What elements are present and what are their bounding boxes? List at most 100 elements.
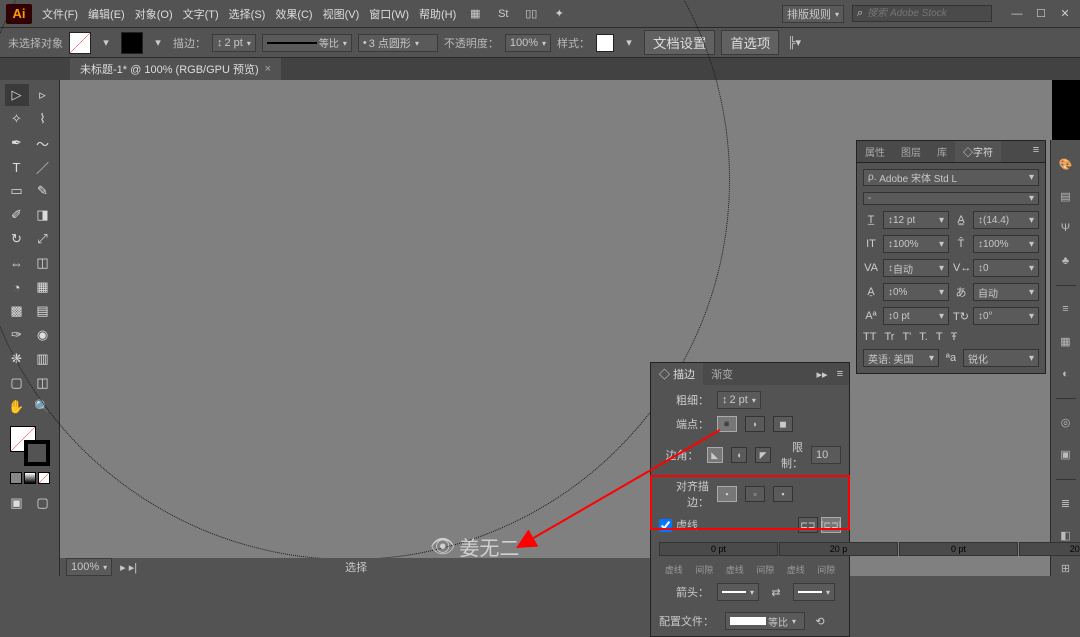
lang-field[interactable]: 英语: 美国▾ [863, 349, 939, 367]
caps-tt[interactable]: TT [863, 331, 876, 343]
align-panel-icon[interactable]: ≣ [1055, 496, 1077, 512]
window-max-icon[interactable]: ☐ [1032, 5, 1050, 23]
align-menu-icon[interactable]: ╠▾ [785, 34, 803, 52]
tab-layers[interactable]: 图层 [893, 141, 929, 162]
caps-under[interactable]: T [936, 331, 943, 343]
layout-rules-dropdown[interactable]: 排版规则 [782, 5, 844, 23]
font-size-field[interactable]: ↕12 pt▾ [883, 211, 949, 229]
arrow-label: 箭头： [659, 584, 709, 600]
cap-round-button[interactable]: ◗ [745, 416, 765, 432]
weibo-icon: 👁 [430, 534, 455, 559]
search-icon: ⌕ [857, 7, 863, 20]
align-stroke-label: 对齐描边： [659, 478, 709, 510]
caps-sup[interactable]: T' [902, 331, 911, 343]
vert-scale-field[interactable]: ↕100%▾ [883, 235, 949, 253]
autok-icon: あ [953, 284, 969, 300]
caps-strike[interactable]: Ŧ [951, 331, 958, 343]
weight-field[interactable]: ↕2 pt [717, 391, 761, 409]
leading-field[interactable]: ↕(14.4)▾ [973, 211, 1039, 229]
tool-hint: 选择 [345, 559, 367, 575]
arrow-swap-icon[interactable]: ⇄ [767, 583, 785, 601]
font-family-field[interactable]: ρ. Adobe 宋体 Std L▾ [863, 169, 1039, 186]
corner-bevel-button[interactable]: ◤ [755, 447, 771, 463]
cap-project-button[interactable]: ◼ [773, 416, 793, 432]
shift1-field[interactable]: ↕0 pt▾ [883, 307, 949, 325]
dash-val-0[interactable] [659, 542, 778, 556]
miter-field[interactable]: 10 [811, 446, 841, 464]
screen-mode-normal[interactable]: ▣ [5, 492, 29, 514]
font-size-icon: T̲ [863, 214, 879, 226]
fill-stroke-control[interactable] [10, 426, 50, 466]
tab-libraries[interactable]: 库 [929, 141, 955, 162]
corner-round-button[interactable]: ◖ [731, 447, 747, 463]
nav-arrows[interactable]: ▸ ▸| [120, 561, 137, 574]
dash-val-3[interactable] [1019, 542, 1080, 556]
zoom-field[interactable]: 100% [66, 558, 112, 576]
dash-label: 虚线 [676, 517, 698, 533]
prefs-button[interactable]: 首选项 [721, 30, 779, 55]
shift-icon: Aª [863, 310, 879, 322]
shift2-field[interactable]: ↕0°▾ [973, 307, 1039, 325]
profile-flip-icon[interactable]: ⟲ [811, 612, 829, 630]
weight-label: 粗细： [659, 392, 709, 408]
tab-gradient[interactable]: 渐变 [703, 363, 741, 385]
arrow-start-dropdown[interactable] [717, 583, 759, 601]
hand-tool[interactable]: ✋ [5, 396, 29, 418]
dash-preserve-button[interactable]: ⊏⊐ [798, 517, 818, 533]
dotted-circle-path[interactable] [0, 0, 730, 560]
tab-character[interactable]: ◇字符 [955, 141, 1001, 162]
brushes-panel-icon[interactable]: Ψ [1055, 220, 1077, 236]
horiz-scale-field[interactable]: ↕100%▾ [973, 235, 1039, 253]
symbols-panel-icon[interactable]: ♣ [1055, 252, 1077, 268]
autok-field[interactable]: 自动▾ [973, 283, 1039, 301]
baseline-field[interactable]: ↕0%▾ [883, 283, 949, 301]
baseline-icon: A̱ [863, 286, 879, 298]
font-style-field[interactable]: -▾ [863, 192, 1039, 205]
appearance-panel-icon[interactable]: ◎ [1055, 415, 1077, 431]
vscale-icon: IT [863, 238, 879, 250]
dash-label-row: 虚线间隙 虚线间隙 虚线间隙 [659, 563, 841, 576]
aa-field[interactable]: 锐化▾ [963, 349, 1039, 367]
dash-checkbox[interactable] [659, 519, 672, 532]
align-center-button[interactable]: ▪ [717, 486, 737, 502]
main-area: ▷▹ ✧⌇ ✒〜 T／ ▭✎ ✐◨ ↻⤢ ⇔◫ ◔▦ ▩▤ ✑◉ ❋▥ ▢◫ ✋… [0, 80, 1080, 576]
color-mode-buttons[interactable] [10, 472, 50, 484]
corner-miter-button[interactable]: ◣ [707, 447, 723, 463]
panel-collapse-icon[interactable]: ▸▸ [813, 365, 831, 383]
tracking-field[interactable]: ↕0▾ [973, 259, 1039, 277]
watermark: 👁 姜无二 [430, 532, 519, 561]
window-close-icon[interactable]: ✕ [1056, 5, 1074, 23]
kerning-field[interactable]: ↕自动▾ [883, 259, 949, 277]
rotate-icon: T↻ [953, 310, 969, 323]
stock-search-input[interactable] [867, 8, 987, 19]
cap-butt-button[interactable]: ◾ [717, 416, 737, 432]
tab-stroke[interactable]: ◇ 描边 [651, 363, 703, 385]
caps-sub[interactable]: T. [919, 331, 928, 343]
align-inside-button[interactable]: ▫ [745, 486, 765, 502]
profile-field[interactable]: 等比 [725, 612, 805, 630]
transparency-panel-icon[interactable]: ◐ [1055, 366, 1077, 382]
leading-icon: A͇ [953, 214, 969, 226]
window-min-icon[interactable]: ― [1008, 5, 1026, 23]
gradient-panel-icon[interactable]: ▦ [1055, 334, 1077, 350]
arrow-end-dropdown[interactable] [793, 583, 835, 601]
caps-tr[interactable]: Tr [884, 331, 894, 343]
align-outside-button[interactable]: ▪ [773, 486, 793, 502]
color-panel-icon[interactable]: 🎨 [1055, 156, 1077, 172]
tab-properties[interactable]: 属性 [857, 141, 893, 162]
dash-align-button[interactable]: [⊏⊐] [821, 517, 841, 533]
screen-mode-full[interactable]: ▢ [31, 492, 55, 514]
transform-panel-icon[interactable]: ⊞ [1055, 560, 1077, 576]
char-panel-menu-icon[interactable]: ≡ [1027, 141, 1045, 159]
kerning-icon: VA [863, 262, 879, 274]
swatches-panel-icon[interactable]: ▤ [1055, 188, 1077, 204]
character-panel: 属性 图层 库 ◇字符 ≡ ρ. Adobe 宋体 Std L▾ -▾ T̲ ↕1… [856, 140, 1046, 374]
dash-val-2[interactable] [899, 542, 1018, 556]
dash-val-1[interactable] [779, 542, 898, 556]
corner-label: 边角： [659, 447, 699, 463]
stroke-panel-icon[interactable]: ≡ [1055, 301, 1077, 317]
graphic-styles-icon[interactable]: ▣ [1055, 447, 1077, 463]
panel-menu-icon[interactable]: ≡ [831, 365, 849, 383]
stock-search[interactable]: ⌕ [852, 5, 992, 22]
tracking-icon: V↔ [953, 262, 969, 274]
